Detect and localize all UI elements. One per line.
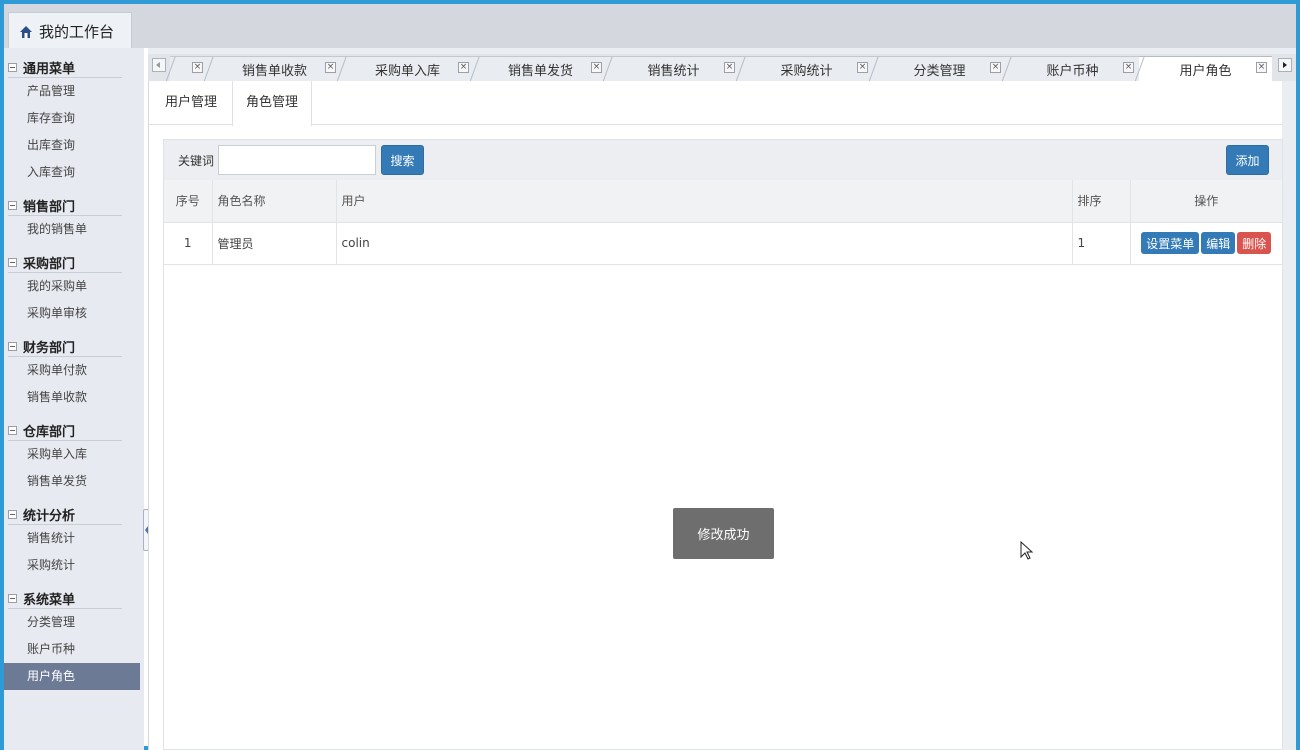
tab-account-currency[interactable]: 账户币种 × — [1006, 56, 1139, 81]
sidebar-group-title[interactable]: 财务部门 — [8, 337, 122, 357]
col-role-name[interactable]: 角色名称 — [212, 180, 337, 223]
workbench-tab[interactable]: 我的工作台 — [8, 12, 132, 50]
close-icon[interactable]: × — [1256, 62, 1267, 73]
add-button[interactable]: 添加 — [1226, 145, 1269, 175]
close-icon[interactable]: × — [591, 62, 602, 73]
sidebar-item-user-role[interactable]: 用户角色 — [4, 663, 140, 690]
sidebar-item-account-currency[interactable]: 账户币种 — [4, 636, 144, 663]
sidebar-item-sales-stats[interactable]: 销售统计 — [4, 525, 144, 552]
tab-sales-shipping[interactable]: 销售单发货 × — [474, 56, 607, 81]
sidebar-item-product[interactable]: 产品管理 — [4, 78, 144, 105]
workbench-title: 我的工作台 — [39, 23, 115, 41]
cell-role-name: 管理员 — [212, 222, 337, 265]
tab-purchase-stats[interactable]: 采购统计 × — [740, 56, 873, 81]
cell-actions: 设置菜单 编辑 删除 — [1130, 222, 1282, 265]
sidebar-item-category[interactable]: 分类管理 — [4, 609, 144, 636]
collapse-icon — [8, 201, 17, 210]
collapse-icon — [8, 63, 17, 72]
tab-hidden[interactable]: × — [170, 56, 208, 81]
home-icon — [20, 25, 32, 38]
sidebar-item-purchase-review[interactable]: 采购单审核 — [4, 300, 144, 327]
sidebar-group-warehouse: 仓库部门 采购单入库 销售单发货 — [4, 411, 144, 495]
collapse-icon — [8, 342, 17, 351]
sidebar-group-finance: 财务部门 采购单付款 销售单收款 — [4, 327, 144, 411]
mouse-cursor-icon — [1020, 541, 1034, 560]
tab-category[interactable]: 分类管理 × — [873, 56, 1006, 81]
tabs: × 销售单收款 × 采购单入库 × 销售单发货 × 销售统计 × 采购统计 × 分类管理 ×… — [170, 56, 1272, 81]
close-icon[interactable]: × — [192, 62, 203, 73]
keyword-input[interactable] — [218, 145, 377, 175]
sidebar-group-title[interactable]: 销售部门 — [8, 196, 122, 216]
col-no[interactable]: 序号 — [164, 180, 213, 223]
tab-scroll-right-icon[interactable] — [1278, 58, 1292, 72]
sidebar-item-purchase-stats[interactable]: 采购统计 — [4, 552, 144, 579]
sidebar-group-general: 通用菜单 产品管理 库存查询 出库查询 入库查询 — [4, 48, 144, 186]
subtab-roles[interactable]: 角色管理 — [232, 81, 313, 126]
sidebar-item-sales-shipping[interactable]: 销售单发货 — [4, 468, 144, 495]
close-icon[interactable]: × — [990, 62, 1001, 73]
sidebar-item-sales-receipt[interactable]: 销售单收款 — [4, 384, 144, 411]
role-table: 序号 角色名称 用户 排序 操作 1 管理员 colin 1 设置菜单 编辑 删… — [164, 180, 1282, 265]
sidebar-item-my-purchase[interactable]: 我的采购单 — [4, 273, 144, 300]
sidebar-group-purchase: 采购部门 我的采购单 采购单审核 — [4, 243, 144, 327]
sidebar-group-stats: 统计分析 销售统计 采购统计 — [4, 495, 144, 579]
sidebar-item-outbound[interactable]: 出库查询 — [4, 132, 144, 159]
sidebar-item-purchase-inbound[interactable]: 采购单入库 — [4, 441, 144, 468]
sidebar-group-title[interactable]: 通用菜单 — [8, 58, 122, 78]
cell-user: colin — [336, 222, 1073, 265]
top-bar: 我的工作台 — [4, 4, 1296, 50]
table-row[interactable]: 1 管理员 colin 1 设置菜单 编辑 删除 — [164, 222, 1282, 265]
sidebar-group-title[interactable]: 仓库部门 — [8, 421, 122, 441]
app-frame: 我的工作台 通用菜单 产品管理 库存查询 出库查询 入库查询 销售部门 我的销售… — [0, 0, 1300, 750]
sidebar-group-title[interactable]: 采购部门 — [8, 253, 122, 273]
subtab-users[interactable]: 用户管理 — [152, 81, 230, 125]
role-grid: 关键词 搜索 添加 序号 角色名称 用户 排序 操作 1 管理员 colin 1… — [163, 139, 1283, 750]
sidebar-group-sales: 销售部门 我的销售单 — [4, 186, 144, 243]
user-role-panel: 用户管理 角色管理 关键词 搜索 添加 序号 角色名称 用户 排序 操作 1 管… — [148, 81, 1283, 750]
collapse-icon — [8, 594, 17, 603]
success-toast: 修改成功 — [673, 508, 774, 559]
sidebar-item-inventory[interactable]: 库存查询 — [4, 105, 144, 132]
tab-purchase-inbound[interactable]: 采购单入库 × — [341, 56, 474, 81]
edit-button[interactable]: 编辑 — [1201, 232, 1236, 254]
cell-no: 1 — [164, 222, 213, 265]
tab-strip: × 销售单收款 × 采购单入库 × 销售单发货 × 销售统计 × 采购统计 × 分类管理 ×… — [148, 54, 1296, 81]
set-menu-button[interactable]: 设置菜单 — [1141, 232, 1200, 254]
collapse-icon — [8, 426, 17, 435]
sidebar-group-title[interactable]: 系统菜单 — [8, 589, 122, 609]
sidebar-group-system: 系统菜单 分类管理 账户币种 用户角色 — [4, 579, 144, 690]
collapse-icon — [8, 258, 17, 267]
tab-user-role[interactable]: 用户角色 × — [1139, 56, 1272, 81]
main-content: × 销售单收款 × 采购单入库 × 销售单发货 × 销售统计 × 采购统计 × 分类管理 ×… — [148, 48, 1296, 750]
grid-toolbar: 关键词 搜索 添加 — [164, 140, 1282, 180]
sidebar: 通用菜单 产品管理 库存查询 出库查询 入库查询 销售部门 我的销售单 采购部门… — [4, 48, 144, 750]
cell-sort: 1 — [1072, 222, 1131, 265]
col-op: 操作 — [1130, 180, 1282, 223]
sidebar-item-inbound[interactable]: 入库查询 — [4, 159, 144, 186]
close-icon[interactable]: × — [458, 62, 469, 73]
col-sort[interactable]: 排序 — [1072, 180, 1131, 223]
search-button[interactable]: 搜索 — [381, 145, 425, 175]
close-icon[interactable]: × — [857, 62, 868, 73]
delete-button[interactable]: 删除 — [1237, 232, 1272, 254]
sidebar-item-purchase-payment[interactable]: 采购单付款 — [4, 357, 144, 384]
close-icon[interactable]: × — [1123, 62, 1134, 73]
tab-sales-receipt[interactable]: 销售单收款 × — [208, 56, 341, 81]
keyword-label: 关键词 — [178, 153, 215, 168]
sidebar-group-title[interactable]: 统计分析 — [8, 505, 122, 525]
tab-scroll-left-icon[interactable] — [152, 58, 166, 72]
col-user[interactable]: 用户 — [336, 180, 1073, 223]
close-icon[interactable]: × — [724, 62, 735, 73]
sidebar-item-my-sales[interactable]: 我的销售单 — [4, 216, 144, 243]
table-header-row: 序号 角色名称 用户 排序 操作 — [164, 180, 1282, 223]
close-icon[interactable]: × — [325, 62, 336, 73]
subtabs: 用户管理 角色管理 — [149, 81, 1283, 126]
tab-sales-stats[interactable]: 销售统计 × — [607, 56, 740, 81]
collapse-icon — [8, 510, 17, 519]
